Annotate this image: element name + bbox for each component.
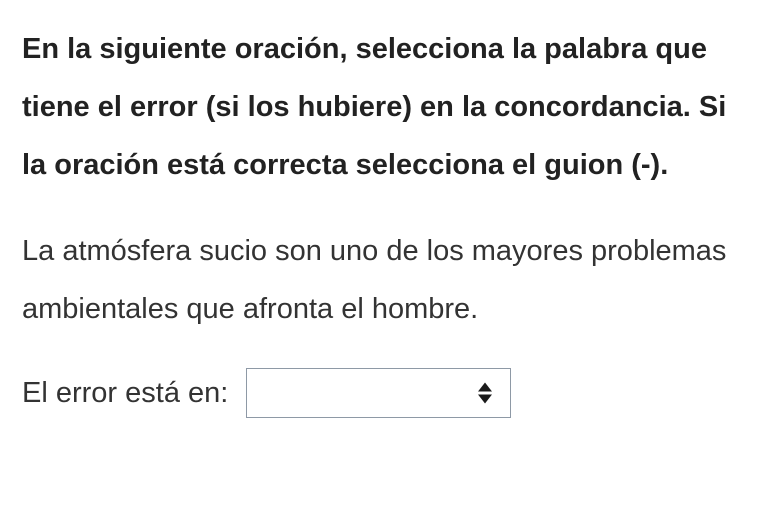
answer-label: El error está en: [22, 377, 228, 410]
question-instructions: En la siguiente oración, selecciona la p… [22, 20, 751, 194]
question-container: En la siguiente oración, selecciona la p… [0, 0, 773, 438]
answer-row: El error está en: [22, 368, 751, 418]
question-sentence: La atmósfera sucio son uno de los mayore… [22, 222, 751, 338]
answer-select-value [259, 382, 470, 404]
updown-icon [478, 383, 492, 404]
answer-select[interactable] [246, 368, 511, 418]
